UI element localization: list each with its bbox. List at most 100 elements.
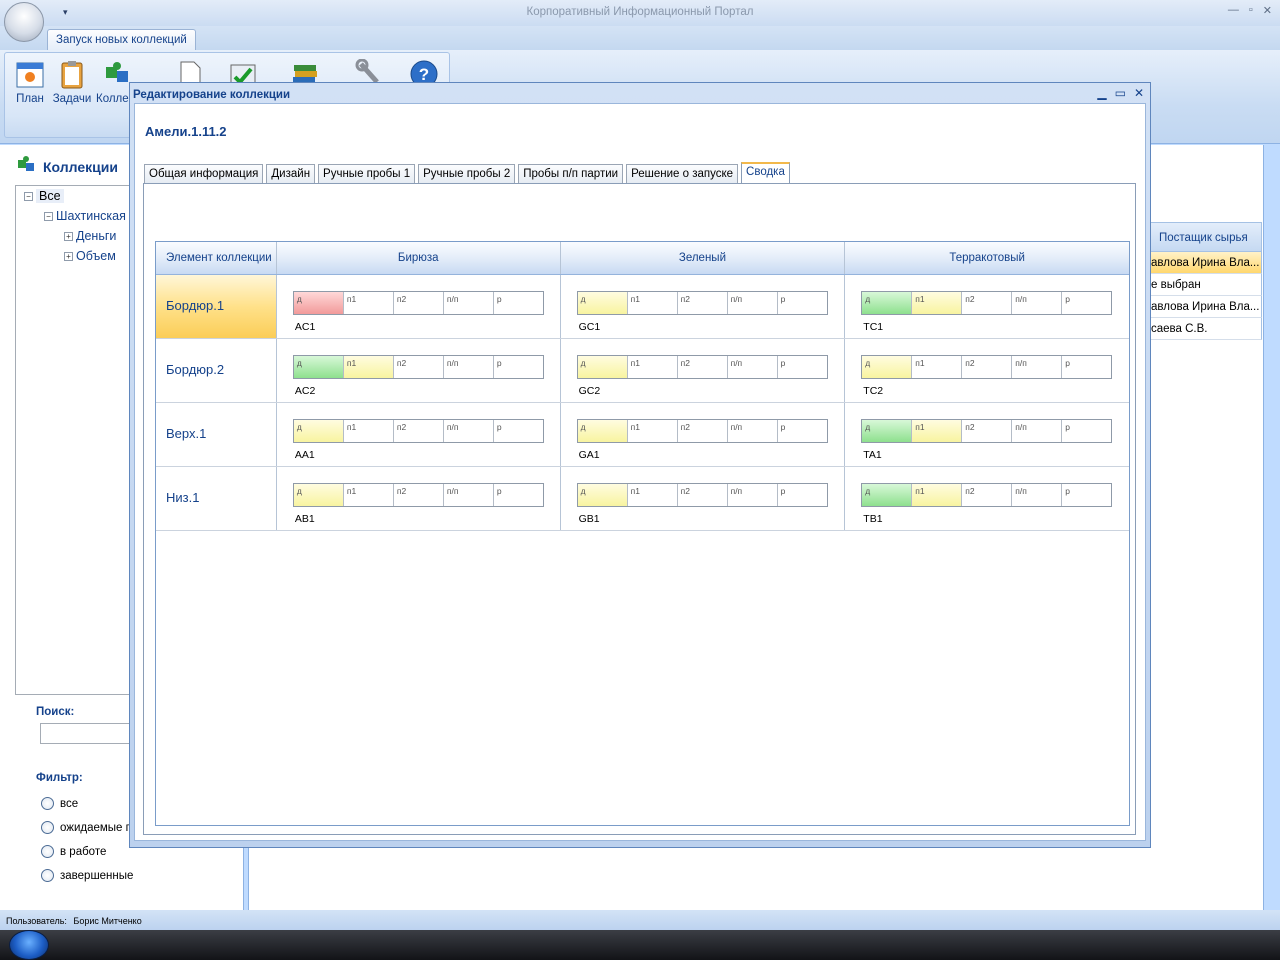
tree-node-all[interactable]: − Все: [24, 189, 64, 203]
edit-collection-dialog: Редактирование коллекции ▁ ▭ ✕ Амели.1.1…: [129, 82, 1151, 848]
stage-0: д: [862, 420, 913, 442]
matrix-status-cell[interactable]: д п1 п2 п/п р TC1: [845, 275, 1129, 338]
matrix-status-cell[interactable]: д п1 п2 п/п р AB1: [277, 467, 561, 530]
matrix-status-cell[interactable]: д п1 п2 п/п р TB1: [845, 467, 1129, 530]
stage-2: п2: [962, 356, 1013, 378]
stage-indicator: д п1 п2 п/п р: [576, 483, 828, 507]
collections-header: Коллекции: [15, 154, 118, 179]
quick-access-dropdown-icon[interactable]: ▾: [63, 7, 68, 18]
tab-batch-samples[interactable]: Пробы п/п партии: [518, 164, 624, 183]
matrix-header-element: Элемент коллекции: [156, 242, 277, 274]
stage-indicator: д п1 п2 п/п р: [292, 483, 544, 507]
stage-indicator: д п1 п2 п/п р: [576, 419, 828, 443]
article-code: AC1: [294, 321, 316, 333]
matrix-status-cell[interactable]: д п1 п2 п/п р AA1: [277, 403, 561, 466]
article-code: AB1: [294, 513, 315, 525]
article-code: GC2: [578, 385, 601, 397]
article-code: AA1: [294, 449, 315, 461]
stage-0: д: [577, 356, 628, 378]
collapse-icon[interactable]: −: [24, 192, 33, 202]
maximize-icon[interactable]: ▫: [1249, 4, 1253, 17]
stage-0: д: [293, 484, 344, 506]
article-code: GB1: [578, 513, 600, 525]
stage-2: п2: [962, 484, 1013, 506]
tree-node-shakhtinskaya[interactable]: − Шахтинская: [44, 209, 126, 223]
stage-3: п/п: [727, 484, 778, 506]
app-menu-orb[interactable]: [4, 2, 44, 42]
supplier-row[interactable]: е выбран: [1150, 274, 1262, 296]
calendar-icon: [15, 59, 45, 89]
tab-summary[interactable]: Сводка: [741, 162, 790, 183]
stage-0: д: [577, 484, 628, 506]
tab-general[interactable]: Общая информация: [144, 164, 264, 183]
search-label: Поиск:: [36, 706, 75, 718]
matrix-status-cell[interactable]: д п1 п2 п/п р TC2: [845, 339, 1129, 402]
supplier-row[interactable]: саева С.В.: [1150, 318, 1262, 340]
tab-launch-decision[interactable]: Решение о запуске: [626, 164, 739, 183]
matrix-element-cell[interactable]: Верх.1: [156, 403, 277, 466]
filter-all-radio[interactable]: все: [41, 797, 78, 810]
stage-3: п/п: [1012, 356, 1063, 378]
supplier-column-header[interactable]: Постащик сырья: [1150, 222, 1262, 252]
stage-indicator: д п1 п2 п/п р: [861, 355, 1113, 379]
user-label: Пользователь:: [6, 916, 67, 926]
tab-design[interactable]: Дизайн: [266, 164, 316, 183]
matrix-header-color: Терракотовый: [949, 252, 1025, 264]
collection-name: Амели.1.11.2: [145, 124, 227, 139]
matrix-status-cell[interactable]: д п1 п2 п/п р GB1: [561, 467, 846, 530]
supplier-row[interactable]: авлова Ирина Вла...: [1150, 296, 1262, 318]
stage-4: р: [777, 292, 827, 314]
stage-4: р: [493, 484, 543, 506]
ribbon-tab-strip: Запуск новых коллекций: [0, 26, 1280, 51]
matrix-element-cell[interactable]: Низ.1: [156, 467, 277, 530]
plan-button[interactable]: План: [9, 59, 51, 105]
stage-4: р: [777, 356, 827, 378]
tab-manual-samples-1[interactable]: Ручные пробы 1: [318, 164, 416, 183]
matrix-status-cell[interactable]: д п1 п2 п/п р GA1: [561, 403, 846, 466]
stage-3: п/п: [1012, 484, 1063, 506]
stage-2: п2: [962, 420, 1013, 442]
matrix-header-color: Бирюза: [277, 242, 561, 274]
matrix-element-cell[interactable]: Бордюр.1: [156, 275, 277, 338]
tasks-button[interactable]: Задачи: [51, 59, 93, 105]
stage-4: р: [493, 420, 543, 442]
article-code: TC1: [863, 321, 884, 333]
close-icon[interactable]: ✕: [1134, 86, 1144, 100]
expand-icon[interactable]: +: [64, 252, 73, 262]
stage-0: д: [862, 484, 913, 506]
stage-indicator: д п1 п2 п/п р: [861, 291, 1113, 315]
stage-4: р: [493, 356, 543, 378]
summary-panel: Элемент коллекции Бирюза Зеленый Террако…: [143, 183, 1136, 835]
stage-indicator: д п1 п2 п/п р: [292, 419, 544, 443]
start-button[interactable]: [9, 930, 49, 960]
supplier-row[interactable]: авлова Ирина Вла...: [1150, 252, 1262, 274]
tree-node-dengi[interactable]: + Деньги: [64, 229, 116, 243]
stage-indicator: д п1 п2 п/п р: [576, 291, 828, 315]
minimize-icon[interactable]: —: [1228, 4, 1239, 17]
minimize-icon[interactable]: ▁: [1097, 86, 1106, 100]
matrix-status-cell[interactable]: д п1 п2 п/п р AC1: [277, 275, 561, 338]
stage-1: п1: [343, 292, 394, 314]
matrix-element-cell[interactable]: Бордюр.2: [156, 339, 277, 402]
puzzle-icon: [102, 59, 132, 89]
matrix-status-cell[interactable]: д п1 п2 п/п р TA1: [845, 403, 1129, 466]
filter-completed-radio[interactable]: завершенные: [41, 869, 133, 882]
stage-3: п/п: [443, 292, 494, 314]
filter-in-progress-radio[interactable]: в работе: [41, 845, 106, 858]
tree-node-obem[interactable]: + Объем: [64, 249, 116, 263]
stage-indicator: д п1 п2 п/п р: [292, 291, 544, 315]
maximize-icon[interactable]: ▭: [1115, 86, 1126, 100]
close-icon[interactable]: ✕: [1263, 4, 1272, 17]
expand-icon[interactable]: +: [64, 232, 73, 242]
matrix-status-cell[interactable]: д п1 п2 п/п р GC1: [561, 275, 846, 338]
stage-4: р: [1062, 484, 1112, 506]
matrix-status-cell[interactable]: д п1 п2 п/п р GC2: [561, 339, 846, 402]
stage-1: п1: [343, 484, 394, 506]
collapse-icon[interactable]: −: [44, 212, 53, 222]
matrix-status-cell[interactable]: д п1 п2 п/п р AC2: [277, 339, 561, 402]
stage-1: п1: [627, 292, 678, 314]
ribbon-tab-launch[interactable]: Запуск новых коллекций: [47, 29, 196, 51]
filter-expected-radio[interactable]: ожидаемые п: [41, 821, 132, 834]
tab-manual-samples-2[interactable]: Ручные пробы 2: [418, 164, 516, 183]
stage-1: п1: [912, 420, 963, 442]
